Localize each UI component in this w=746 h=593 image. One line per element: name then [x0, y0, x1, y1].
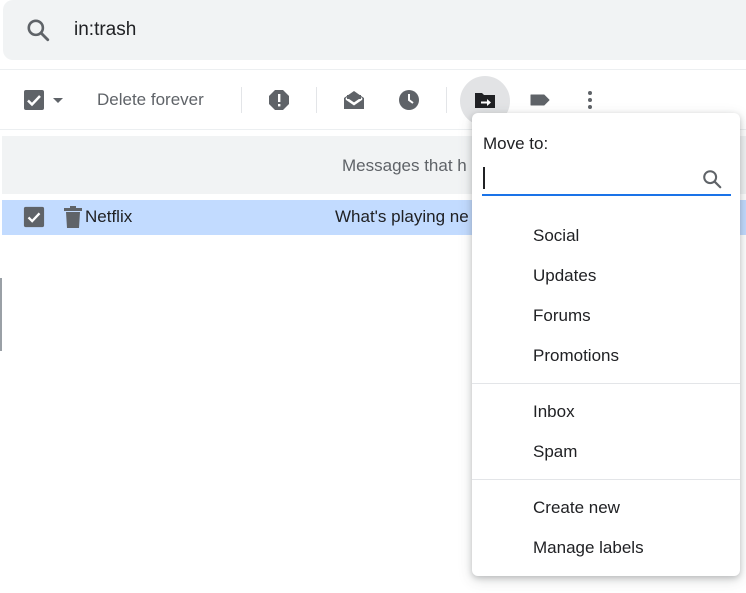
left-edge-bar: [0, 278, 2, 351]
menu-item-label: Spam: [533, 442, 578, 461]
message-sender: Netflix: [85, 207, 133, 226]
menu-item-updates[interactable]: Updates: [472, 256, 740, 296]
menu-item-spam[interactable]: Spam: [472, 432, 740, 472]
move-to-menu: Move to: Social Updates Forums Promotion…: [472, 113, 740, 576]
text-caret: [483, 167, 485, 189]
menu-separator: [472, 383, 740, 384]
search-icon[interactable]: [25, 17, 51, 43]
menu-item-label: Forums: [533, 306, 591, 325]
menu-item-manage-labels[interactable]: Manage labels: [472, 528, 740, 568]
search-icon[interactable]: [701, 168, 723, 190]
menu-item-social[interactable]: Social: [472, 216, 740, 256]
trash-icon[interactable]: [62, 205, 84, 229]
toolbar-separator: [241, 87, 242, 113]
menu-title: Move to:: [483, 134, 549, 153]
select-all-checkbox[interactable]: [22, 88, 46, 112]
banner-text: Messages that h: [342, 156, 467, 175]
chevron-down-icon[interactable]: [48, 88, 68, 112]
label-icon[interactable]: [528, 88, 552, 112]
menu-item-inbox[interactable]: Inbox: [472, 392, 740, 432]
menu-item-label: Manage labels: [533, 538, 644, 557]
toolbar-separator: [446, 87, 447, 113]
divider: [0, 69, 746, 70]
toolbar-separator: [316, 87, 317, 113]
menu-item-promotions[interactable]: Promotions: [472, 336, 740, 376]
move-to-search-input[interactable]: [482, 163, 731, 196]
menu-item-label: Social: [533, 226, 580, 245]
menu-item-label: Promotions: [533, 346, 619, 365]
delete-forever-button[interactable]: Delete forever: [97, 90, 204, 110]
mark-as-read-icon[interactable]: [342, 88, 366, 112]
move-to-folder-icon[interactable]: [473, 88, 497, 112]
menu-item-forums[interactable]: Forums: [472, 296, 740, 336]
menu-separator: [472, 479, 740, 480]
menu-item-label: Updates: [533, 266, 597, 285]
menu-item-label: Create new: [533, 498, 620, 517]
message-subject: What's playing ne: [335, 207, 469, 226]
row-checkbox[interactable]: [23, 206, 45, 228]
snooze-clock-icon[interactable]: [397, 88, 421, 112]
report-spam-icon[interactable]: [267, 88, 291, 112]
menu-item-create-new[interactable]: Create new: [472, 488, 740, 528]
search-query[interactable]: in:trash: [74, 19, 136, 41]
more-options-icon[interactable]: [578, 88, 602, 112]
menu-item-label: Inbox: [533, 402, 575, 421]
